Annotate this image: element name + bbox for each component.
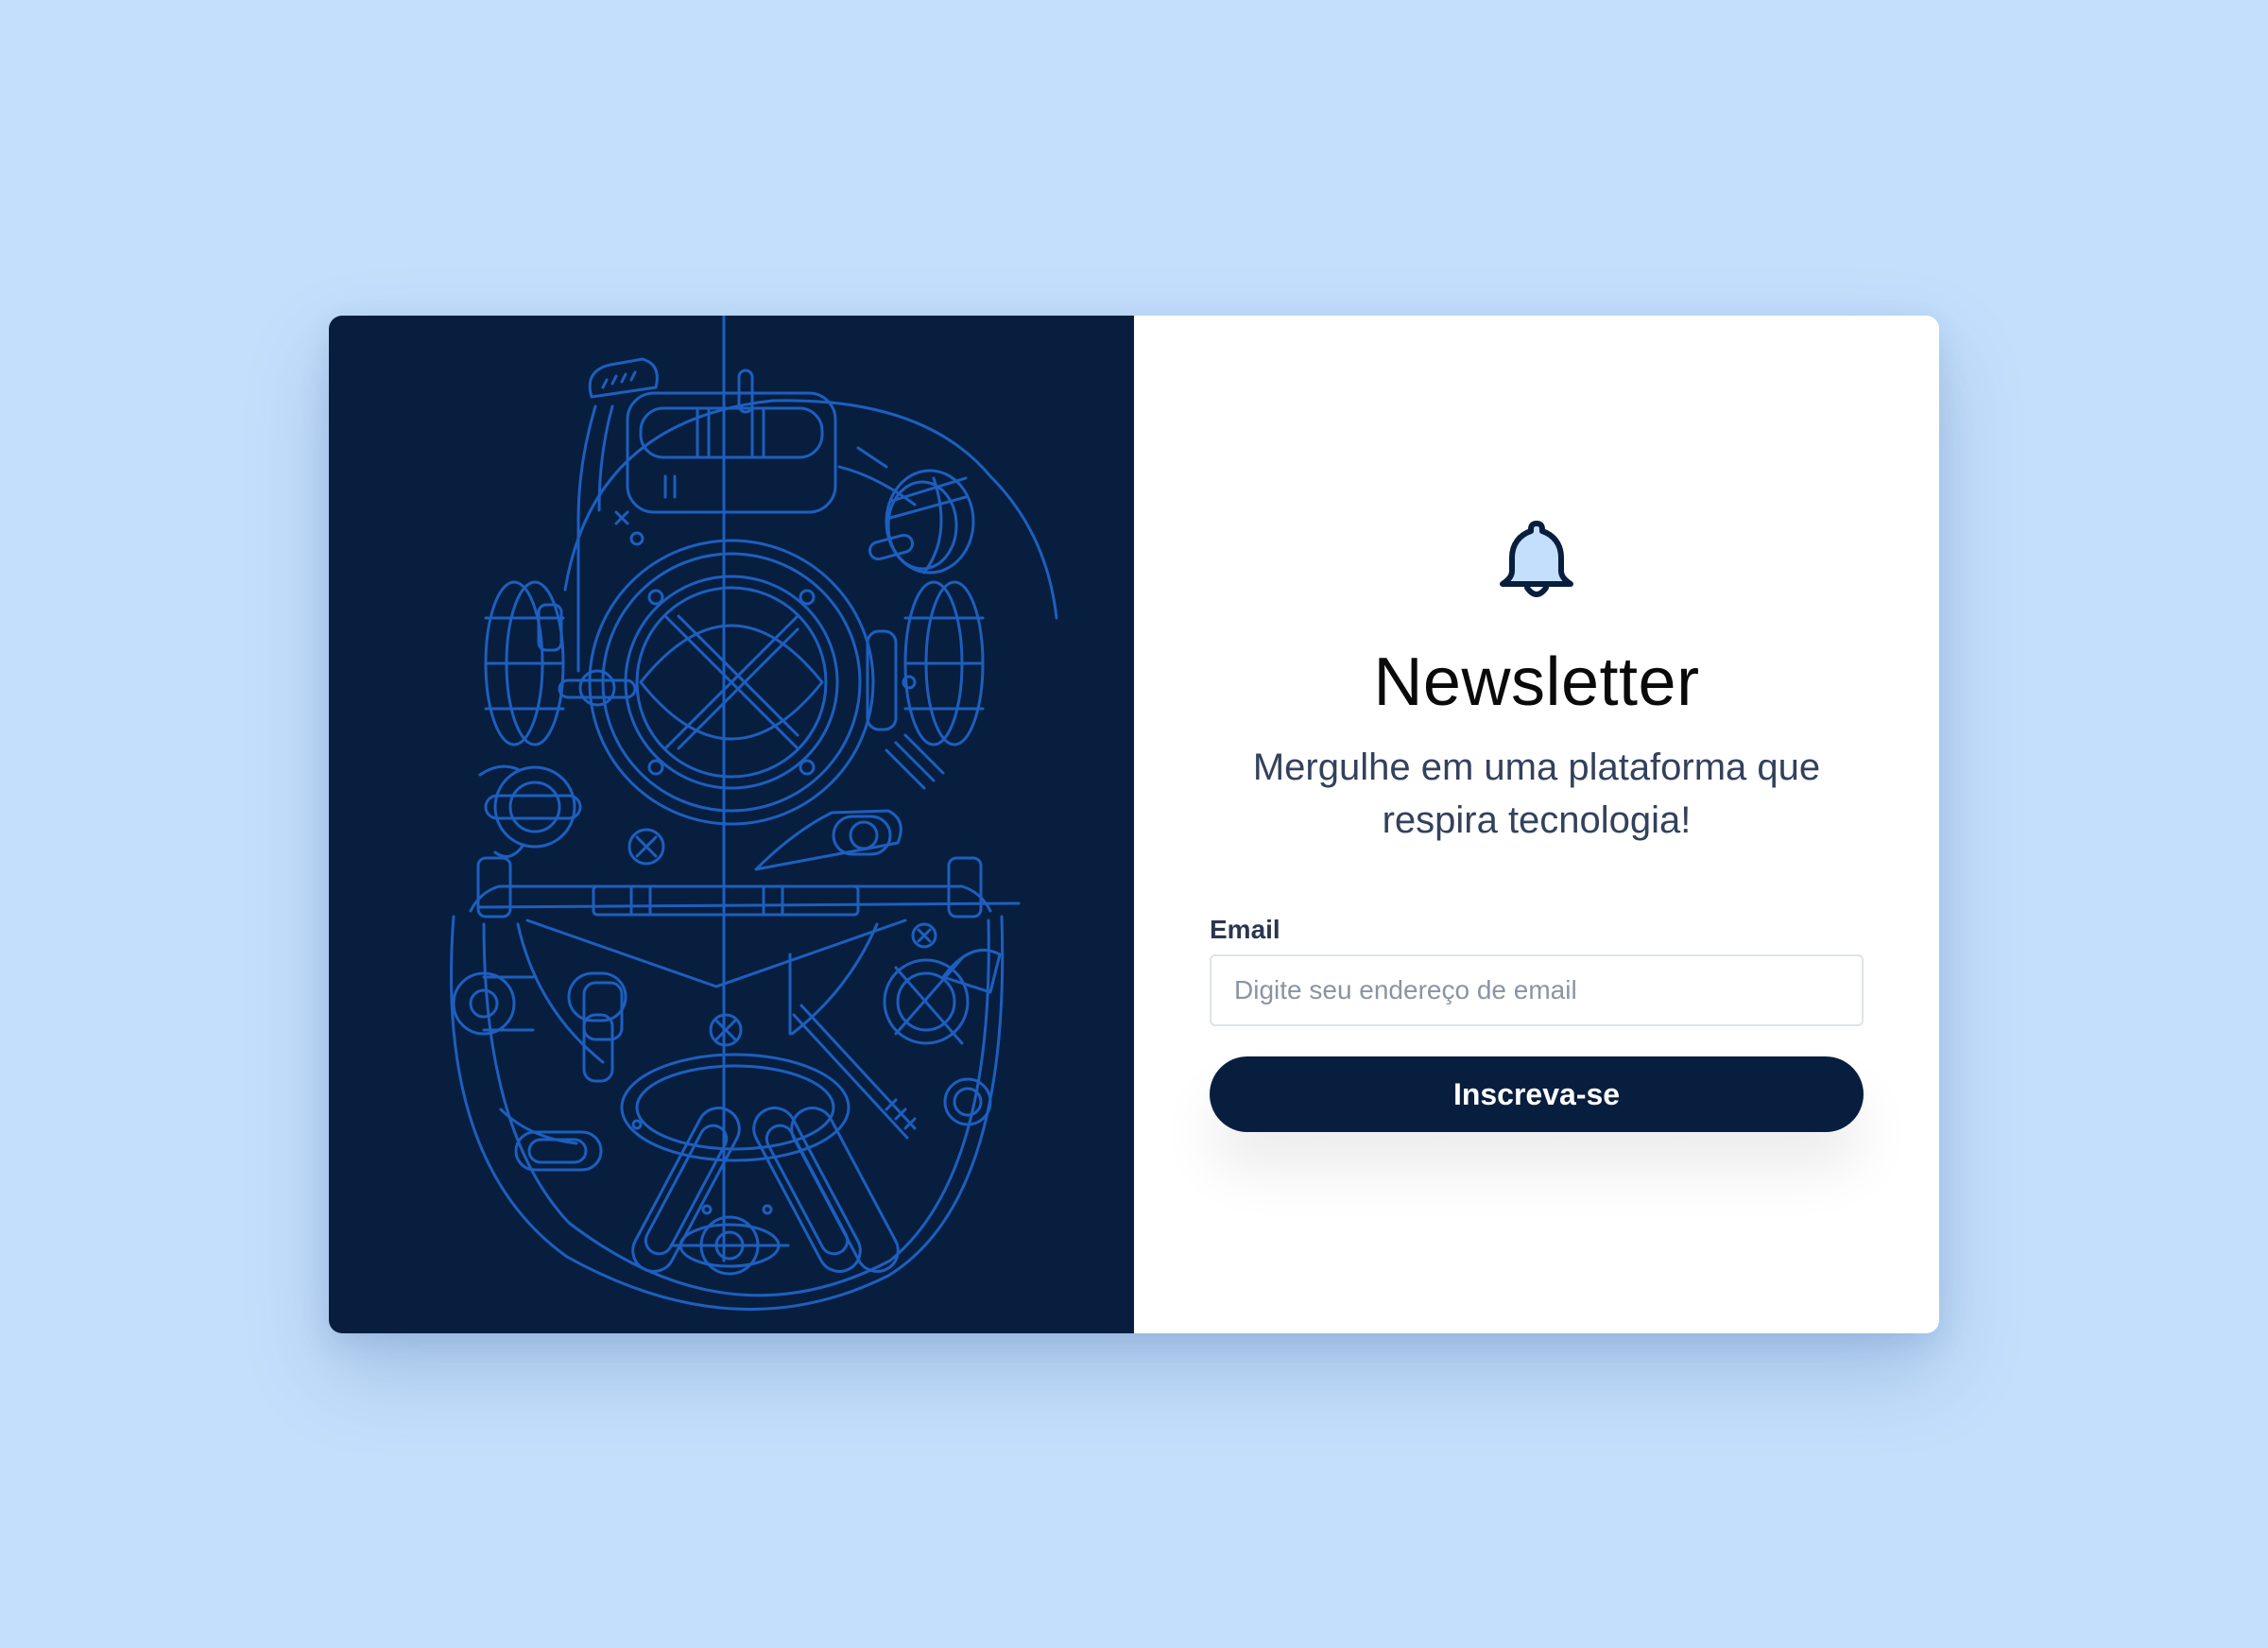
subtitle: Mergulhe em uma plataforma que respira t… xyxy=(1252,747,1821,841)
subscribe-button[interactable]: Inscreva-se xyxy=(1210,1056,1864,1132)
page-title: Newsletter xyxy=(1373,644,1700,720)
diving-helmet-illustration xyxy=(450,316,1058,1312)
newsletter-card: Newsletter Mergulhe em uma plataforma qu… xyxy=(329,316,1939,1333)
bell-icon xyxy=(1500,521,1573,597)
signup-panel: Newsletter Mergulhe em uma plataforma qu… xyxy=(1134,316,1939,1333)
email-label: Email xyxy=(1210,915,1280,944)
illustration-panel xyxy=(329,316,1134,1333)
email-field[interactable] xyxy=(1210,954,1864,1026)
